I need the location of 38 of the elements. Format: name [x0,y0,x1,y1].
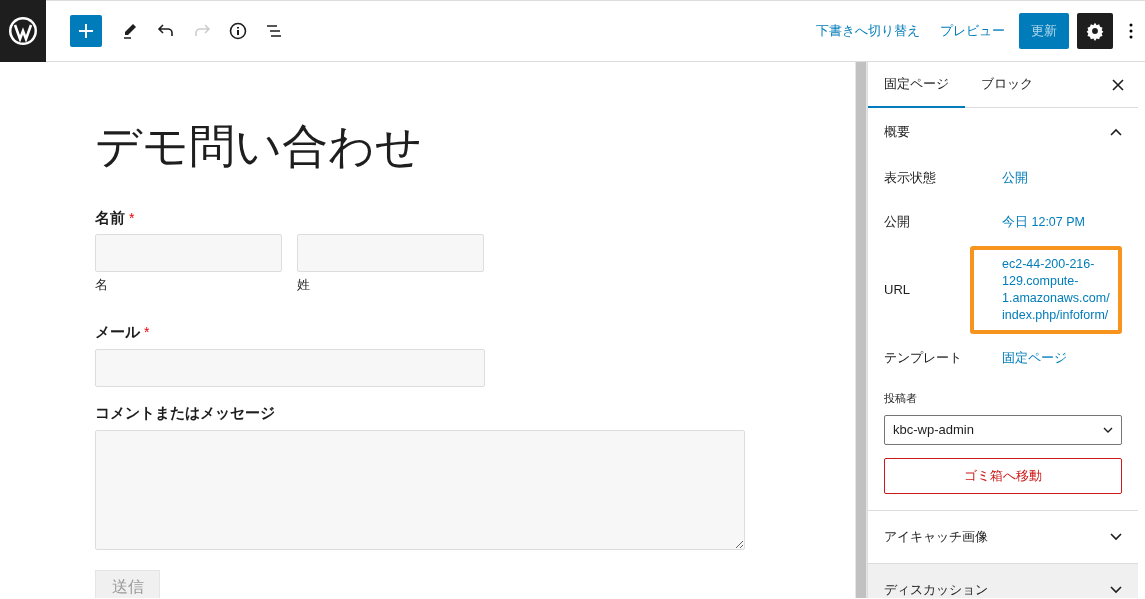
plus-button[interactable] [70,15,102,47]
input-field[interactable] [297,234,484,272]
required-mark: * [129,208,135,228]
field-label: メール [95,322,140,343]
author-label: 投稿者 [884,391,917,406]
header-link[interactable]: プレビュー [940,21,1005,41]
input-field[interactable] [95,234,282,272]
wordpress-logo-icon[interactable] [8,15,38,46]
update-button[interactable]: 更新 [1019,13,1069,49]
author-select[interactable]: kbc-wp-admin [884,414,1122,445]
panel-header[interactable]: 概要 [884,108,1122,156]
page-title[interactable]: デモ問い合わせ [95,114,855,178]
required-mark: * [144,323,150,342]
field-label: コメントまたはメッセージ [95,403,275,424]
close-icon [1112,78,1124,91]
input-field[interactable] [95,348,485,387]
sub-label: 名 [95,276,108,294]
message-field[interactable] [95,429,745,550]
panel-header[interactable]: ディスカッション [868,563,1138,598]
settings-icon [1085,21,1105,41]
more-icon [1129,23,1133,39]
value-link[interactable]: 公開 [1002,169,1028,187]
value-link[interactable]: 固定ページ [1002,349,1067,367]
sub-label: 姓 [297,276,310,294]
value-link[interactable]: 今日 12:07 PM [1002,213,1085,231]
row-label: テンプレート [884,349,963,368]
settings-button[interactable] [1077,13,1113,49]
chevron-icon [1103,426,1113,433]
header-link[interactable]: 下書きへ切り替え [816,21,920,41]
row-label: URL [884,281,911,300]
row-label: 表示状態 [884,169,937,188]
trash-button[interactable]: ゴミ箱へ移動 [884,457,1122,494]
row-label: 公開 [884,213,911,232]
value-link[interactable]: ec2-44-200-216-129.compute-1.amazonaws.com/index.php/infoform/ [1002,256,1110,324]
field-label: 名前 [95,207,125,228]
sidebar-tab[interactable]: ブロック [965,62,1049,108]
sidebar-tab[interactable]: 固定ページ [868,62,965,108]
scrollbar[interactable] [855,62,867,598]
